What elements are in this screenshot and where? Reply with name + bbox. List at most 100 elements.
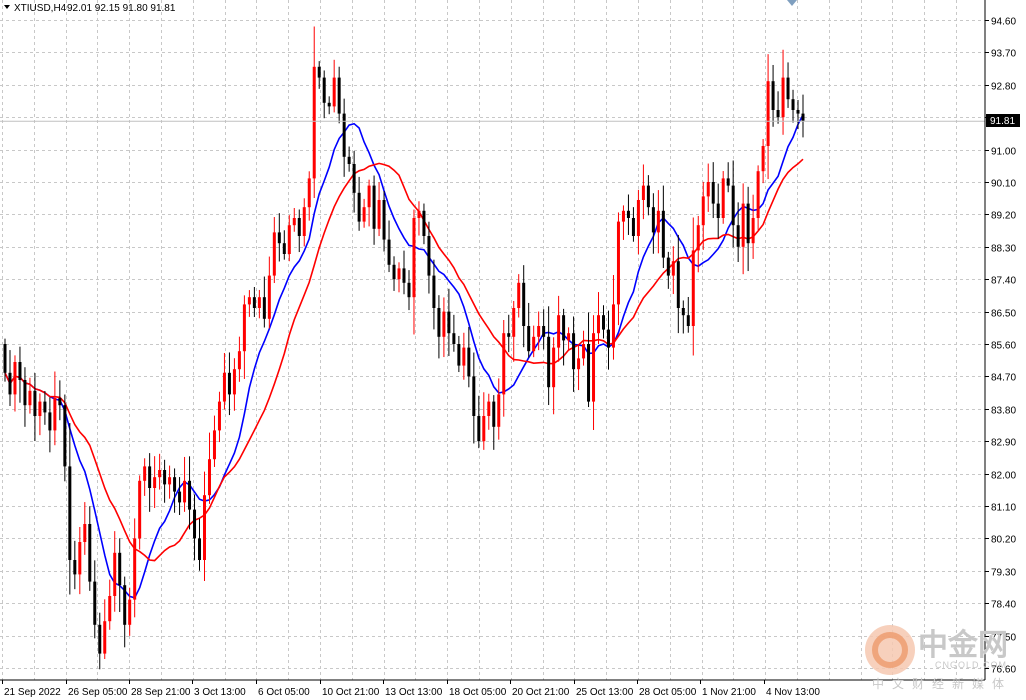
- candle-body: [123, 585, 127, 625]
- candle-body: [507, 333, 511, 337]
- current-price-badge: 91.81: [986, 114, 1020, 127]
- candle-body: [636, 200, 640, 236]
- candle-body: [641, 185, 645, 200]
- candle-body: [562, 315, 566, 341]
- candle-body: [492, 401, 496, 427]
- x-tick-label: 18 Oct 05:00: [449, 687, 507, 698]
- candle-body: [327, 102, 331, 107]
- candle-body: [352, 164, 356, 193]
- candle-body: [666, 257, 670, 276]
- candle-body: [572, 333, 576, 370]
- candle-body: [796, 110, 800, 114]
- candle-body: [232, 369, 236, 395]
- candle-body: [377, 200, 381, 229]
- candle-body: [776, 110, 780, 118]
- candle-body: [412, 218, 416, 298]
- y-tick-label: 92.80: [991, 82, 1016, 93]
- candle-body: [287, 225, 291, 254]
- candle-body: [113, 552, 117, 596]
- y-tick-label: 89.20: [991, 211, 1016, 222]
- candle-body: [422, 210, 426, 236]
- candle-body: [18, 362, 22, 380]
- candle-body: [262, 297, 266, 319]
- candle-body: [597, 315, 601, 334]
- candle-body: [98, 624, 102, 654]
- candle-body: [392, 264, 396, 280]
- candle-body: [587, 344, 591, 402]
- candle-body: [367, 185, 371, 208]
- candle-body: [237, 351, 241, 370]
- x-tick-label: 3 Oct 13:00: [194, 687, 246, 698]
- candle-body: [292, 218, 296, 226]
- candle-body: [13, 362, 17, 395]
- candle-body: [552, 347, 556, 388]
- candle-body: [407, 282, 411, 298]
- y-tick-label: 87.40: [991, 276, 1016, 287]
- candle-body: [432, 275, 436, 308]
- candle-body: [28, 390, 32, 406]
- y-tick-label: 81.10: [991, 503, 1016, 514]
- candle-body: [417, 210, 421, 218]
- x-tick-label: 20 Oct 21:00: [512, 687, 570, 698]
- candle-body: [188, 480, 192, 510]
- candle-body: [656, 210, 660, 233]
- y-tick-label: 93.70: [991, 49, 1016, 60]
- candle-body: [168, 477, 172, 485]
- candle-body: [332, 77, 336, 107]
- candle-body: [267, 275, 271, 319]
- candle-body: [751, 218, 755, 244]
- candle-body: [646, 185, 650, 208]
- candle-body: [178, 491, 182, 503]
- candle-body: [726, 178, 730, 186]
- x-tick-label: 4 Nov 13:00: [766, 687, 820, 698]
- candle: [721, 171, 725, 224]
- candle-body: [38, 401, 42, 416]
- candle-body: [706, 182, 710, 197]
- candle-body: [791, 99, 795, 110]
- y-tick-label: 78.40: [991, 600, 1016, 611]
- candle-body: [427, 236, 431, 276]
- candle-body: [567, 333, 571, 341]
- candle-body: [153, 477, 157, 488]
- x-tick-label: 1 Nov 21:00: [702, 687, 756, 698]
- candle-body: [93, 581, 97, 625]
- candle-body: [621, 210, 625, 222]
- candle-body: [452, 333, 456, 344]
- candle-body: [138, 480, 142, 539]
- candle-body: [557, 315, 561, 348]
- y-tick-label: 91.00: [991, 147, 1016, 158]
- candle-body: [128, 599, 132, 625]
- candle-body: [691, 250, 695, 326]
- candle-body: [716, 203, 720, 218]
- candle-body: [681, 308, 685, 316]
- x-tick-label: 21 Sep 2022: [4, 687, 61, 698]
- y-tick-label: 86.50: [991, 309, 1016, 320]
- y-tick-label: 80.20: [991, 535, 1016, 546]
- candle-body: [307, 178, 311, 208]
- candle-body: [193, 509, 197, 539]
- candle-body: [761, 146, 765, 172]
- candle-body: [163, 470, 167, 485]
- candle-body: [207, 459, 211, 496]
- y-tick-label: 94.60: [991, 17, 1016, 28]
- candle-body: [297, 218, 301, 236]
- candle-body: [317, 66, 321, 78]
- x-tick-label: 10 Oct 21:00: [322, 687, 380, 698]
- candle-body: [83, 524, 87, 542]
- candle-body: [731, 185, 735, 226]
- candle-body: [247, 297, 251, 305]
- candle-body: [497, 394, 501, 427]
- candle-body: [517, 282, 521, 308]
- price-chart[interactable]: 94.6093.7092.8091.9091.0090.1089.2088.30…: [0, 0, 1026, 700]
- candle-body: [487, 401, 491, 416]
- candle-body: [472, 376, 476, 416]
- candle-body: [252, 297, 256, 308]
- ohlc-values: 92.01 92.15 91.80 91.81: [67, 3, 176, 14]
- candle-body: [696, 225, 700, 251]
- candle-body: [661, 210, 665, 258]
- candle-body: [357, 192, 361, 222]
- y-tick-label: 84.70: [991, 373, 1016, 384]
- candle-body: [337, 77, 341, 114]
- candle-body: [382, 200, 386, 240]
- candle-body: [611, 304, 615, 348]
